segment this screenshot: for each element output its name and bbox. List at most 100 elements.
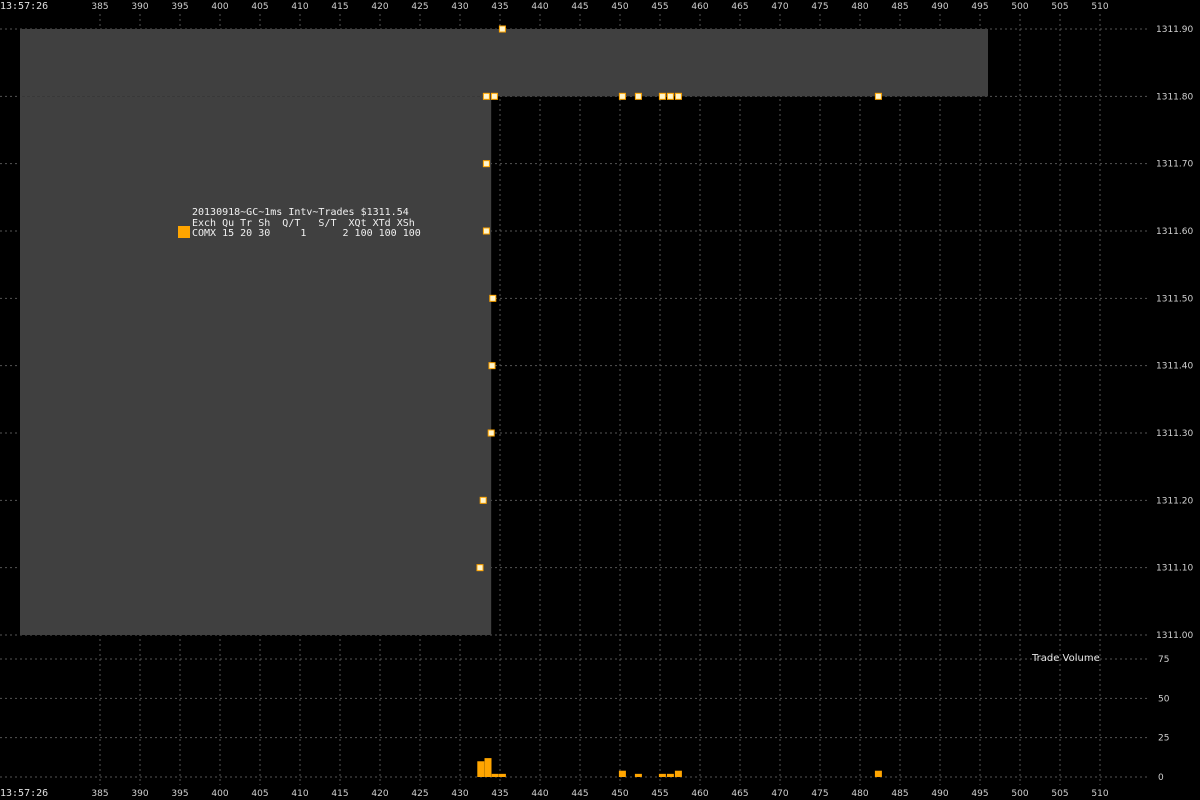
time-label-top: 13:57:26 xyxy=(0,1,48,12)
x-tick-label-bottom: 460 xyxy=(691,789,708,799)
x-tick-label-top: 445 xyxy=(571,2,588,12)
x-tick-label-top: 410 xyxy=(291,2,308,12)
y-tick-label: 1311.60 xyxy=(1156,227,1193,237)
x-tick-label-bottom: 480 xyxy=(851,789,868,799)
x-tick-label-top: 505 xyxy=(1051,2,1068,12)
trade-point xyxy=(487,429,495,437)
x-tick-label-bottom: 465 xyxy=(731,789,748,799)
x-tick-label-top: 495 xyxy=(971,2,988,12)
quote-areas xyxy=(20,29,988,636)
x-tick-label-bottom: 505 xyxy=(1051,789,1068,799)
trade-point xyxy=(658,92,666,100)
legend: 20130918~GC~1ms Intv~Trades $1311.54 Exc… xyxy=(178,207,421,239)
x-tick-label-bottom: 415 xyxy=(331,789,348,799)
volume-label: Trade Volume xyxy=(1031,653,1100,664)
x-tick-label-top: 390 xyxy=(131,2,148,12)
time-label-bottom: 13:57:26 xyxy=(0,788,48,799)
trade-point xyxy=(488,362,496,370)
x-tick-label-top: 500 xyxy=(1011,2,1028,12)
trades-chart: 13:57:26 13:57:26 Trade Volume 385 385 390… xyxy=(0,1,1193,799)
trade-point xyxy=(618,92,626,100)
trade-point xyxy=(666,92,674,100)
x-tick-label-top: 475 xyxy=(811,2,828,12)
x-tick-label-top: 485 xyxy=(891,2,908,12)
x-tick-label-bottom: 450 xyxy=(611,789,628,799)
legend-swatch xyxy=(178,226,190,238)
legend-title: 20130918~GC~1ms Intv~Trades $1311.54 xyxy=(192,207,409,218)
x-tick-label-top: 415 xyxy=(331,2,348,12)
volume-bar xyxy=(666,773,674,777)
trade-point xyxy=(634,92,642,100)
x-tick-label-top: 395 xyxy=(171,2,188,12)
vol-y-tick-label: 50 xyxy=(1158,694,1170,704)
x-tick-label-top: 430 xyxy=(451,2,468,12)
x-tick-label-bottom: 410 xyxy=(291,789,308,799)
x-tick-label-bottom: 390 xyxy=(131,789,148,799)
volume-bar xyxy=(674,770,682,777)
y-tick-label: 1311.20 xyxy=(1156,496,1193,506)
x-tick-label-top: 425 xyxy=(411,2,428,12)
x-tick-label-bottom: 510 xyxy=(1091,789,1108,799)
trade-point xyxy=(482,92,490,100)
x-tick-label-top: 405 xyxy=(251,2,268,12)
vol-y-tick-label: 75 xyxy=(1158,655,1169,665)
volume-bar xyxy=(477,761,485,777)
y-tick-label: 1311.30 xyxy=(1156,429,1193,439)
x-tick-label-bottom: 490 xyxy=(931,789,948,799)
x-tick-label-bottom: 470 xyxy=(771,789,788,799)
x-tick-label-bottom: 445 xyxy=(571,789,588,799)
x-tick-label-top: 420 xyxy=(371,2,388,12)
volume-bar xyxy=(491,773,499,777)
x-tick-label-bottom: 485 xyxy=(891,789,908,799)
volume-bar xyxy=(658,773,666,777)
bid-area xyxy=(20,96,492,636)
x-tick-label-bottom: 495 xyxy=(971,789,988,799)
x-tick-label-bottom: 435 xyxy=(491,789,508,799)
trade-point xyxy=(482,227,490,235)
x-tick-label-top: 455 xyxy=(651,2,668,12)
x-tick-label-top: 400 xyxy=(211,2,228,12)
trade-point xyxy=(476,564,484,572)
y-tick-label: 1311.70 xyxy=(1156,160,1193,170)
x-tick-label-bottom: 425 xyxy=(411,789,428,799)
x-tick-label-top: 385 xyxy=(91,2,108,12)
x-tick-label-top: 440 xyxy=(531,2,548,12)
x-tick-label-top: 490 xyxy=(931,2,948,12)
x-tick-label-top: 510 xyxy=(1091,2,1108,12)
trade-point xyxy=(490,92,498,100)
x-tick-label-bottom: 385 xyxy=(91,789,108,799)
x-tick-label-top: 465 xyxy=(731,2,748,12)
x-tick-label-bottom: 420 xyxy=(371,789,388,799)
volume-bar xyxy=(484,758,492,777)
volume-bar xyxy=(874,770,882,777)
x-tick-label-bottom: 440 xyxy=(531,789,548,799)
trade-point xyxy=(674,92,682,100)
volume-bar xyxy=(634,773,642,777)
volume-bar xyxy=(498,773,506,777)
x-tick-label-top: 480 xyxy=(851,2,868,12)
volume-bar xyxy=(618,770,626,777)
y-tick-label: 1311.00 xyxy=(1156,631,1193,641)
x-tick-label-top: 460 xyxy=(691,2,708,12)
volume-bars xyxy=(477,758,882,777)
trade-point xyxy=(498,25,506,33)
trade-point xyxy=(874,92,882,100)
vol-y-tick-label: 25 xyxy=(1158,734,1169,744)
x-tick-label-bottom: 455 xyxy=(651,789,668,799)
legend-row: COMX 15 20 30 1 2 100 100 100 xyxy=(192,228,421,239)
trade-point xyxy=(489,294,497,302)
vol-y-tick-label: 0 xyxy=(1158,773,1164,783)
x-tick-label-top: 470 xyxy=(771,2,788,12)
x-tick-label-top: 450 xyxy=(611,2,628,12)
x-tick-label-bottom: 395 xyxy=(171,789,188,799)
x-tick-label-bottom: 430 xyxy=(451,789,468,799)
trade-point xyxy=(482,160,490,168)
x-tick-label-bottom: 475 xyxy=(811,789,828,799)
trade-point xyxy=(479,496,487,504)
y-tick-label: 1311.40 xyxy=(1156,362,1193,372)
y-tick-label: 1311.90 xyxy=(1156,25,1193,35)
x-tick-label-bottom: 405 xyxy=(251,789,268,799)
x-tick-label-top: 435 xyxy=(491,2,508,12)
y-tick-label: 1311.80 xyxy=(1156,92,1193,102)
ask-area xyxy=(20,29,988,97)
